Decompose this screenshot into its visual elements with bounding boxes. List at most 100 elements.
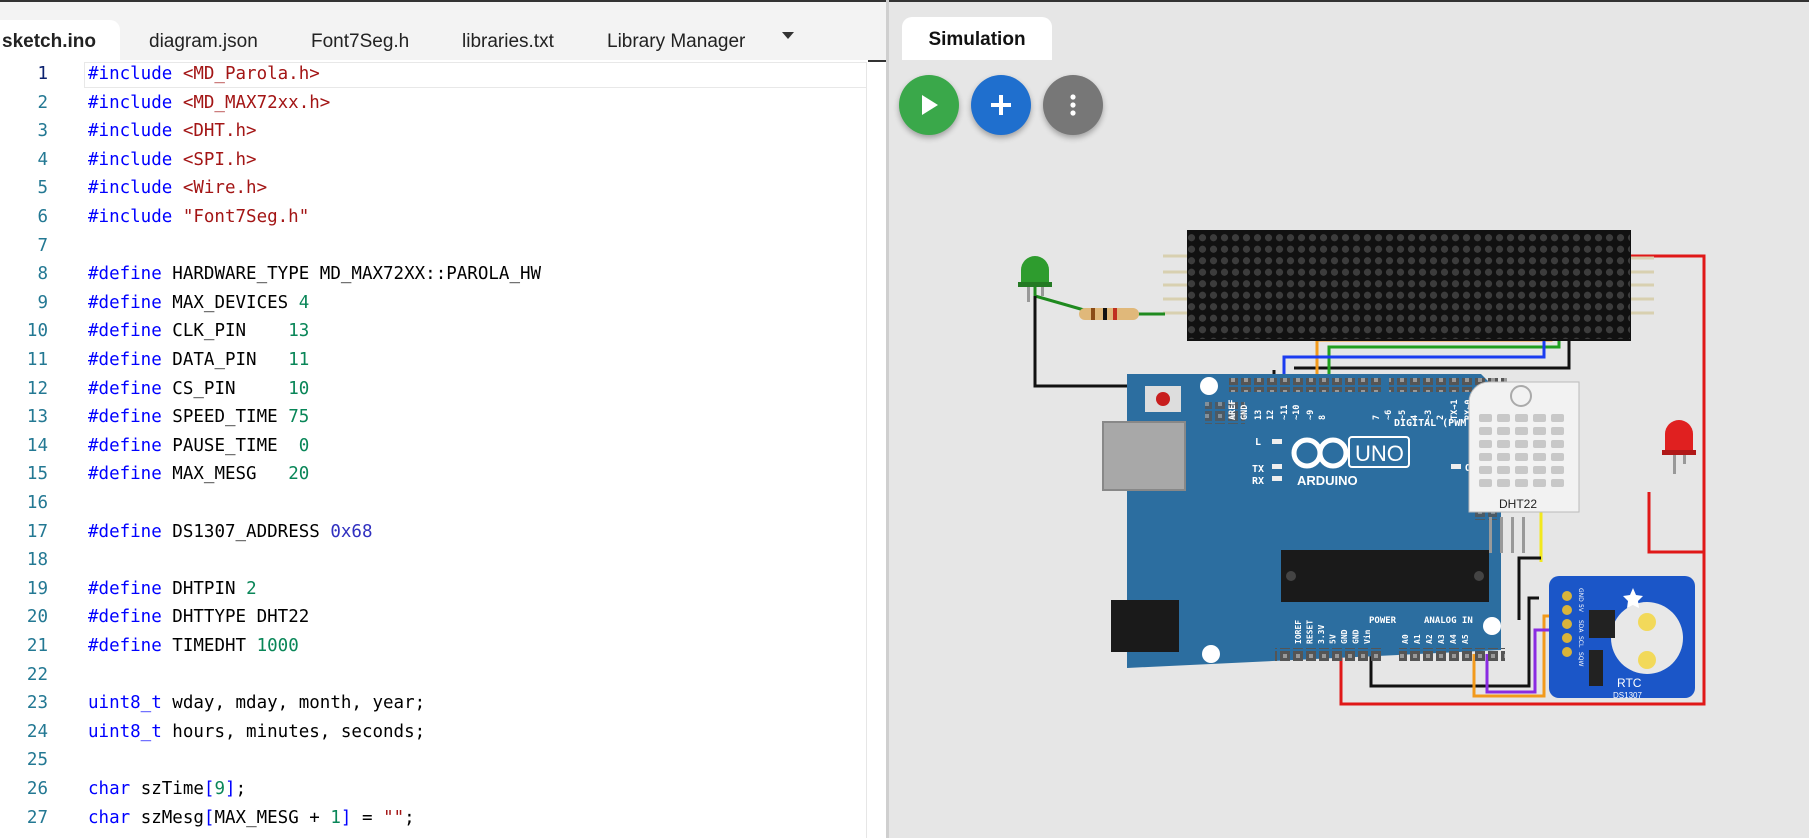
rtc-ds1307-module[interactable]: RTC DS1307 GND 5V SDA SCL SQW [1549,576,1695,700]
dht-vent [1533,453,1546,461]
analog-pin-label: A5 [1461,634,1470,644]
code-line[interactable]: 9 #define MAX_DEVICES 4 [0,289,866,318]
digital-pin-label: TX→1 [1450,400,1460,420]
code-line[interactable]: 2 #include <MD_MAX72xx.h> [0,89,866,118]
dht-vent [1533,479,1546,487]
line-number: 9 [37,292,48,313]
code-line[interactable]: 1 #include <MD_Parola.h> [0,60,866,89]
tab-libraries-txt[interactable]: libraries.txt [462,20,554,60]
dht-vent [1497,466,1510,474]
dht-vent [1533,466,1546,474]
editor-scrollbar[interactable] [866,62,887,838]
line-number: 23 [26,693,48,714]
code-line[interactable]: 17 #define DS1307_ADDRESS 0x68 [0,518,866,547]
digital-pin-label: AREF [1228,400,1238,420]
digital-pin-label: GND [1240,405,1250,420]
code-line[interactable]: 10 #define CLK_PIN 13 [0,317,866,346]
code-text: #include "Font7Seg.h" [88,207,310,227]
rtc-label: RTC [1617,676,1642,690]
play-icon [922,95,938,115]
power-pin-label: IOREF [1294,620,1303,644]
code-line[interactable]: 19 #define DHTPIN 2 [0,575,866,604]
power-pin-label: GND [1352,629,1361,644]
more-vert-icon [1070,94,1076,116]
line-number: 8 [37,264,48,285]
arduino-model: UNO [1355,441,1404,466]
code-line[interactable]: 11 #define DATA_PIN 11 [0,346,866,375]
code-line[interactable]: 4 #include <SPI.h> [0,146,866,175]
rtc-pin-label: SDA [1577,620,1584,633]
code-line[interactable]: 15 #define MAX_MESG 20 [0,460,866,489]
code-text: #include <DHT.h> [88,121,257,142]
dht-vent [1479,466,1492,474]
line-number: 11 [26,350,48,370]
code-line[interactable]: 7 [0,232,866,261]
tab-library-manager[interactable]: Library Manager [607,20,745,60]
line-number: 13 [26,407,48,428]
tab-font7seg-h[interactable]: Font7Seg.h [311,20,409,60]
digital-pin-label: 2 [1436,415,1446,420]
code-text: uint8_t wday, mday, month, year; [88,693,426,714]
code-line[interactable]: 23 uint8_t wday, mday, month, year; [0,689,866,718]
code-text: #define HARDWARE_TYPE MD_MAX72XX::PAROLA… [88,264,542,285]
line-number: 15 [26,464,48,485]
code-text: #define SPEED_TIME 75 [88,407,310,428]
code-line[interactable]: 3 #include <DHT.h> [0,117,866,146]
line-number: 17 [26,521,48,542]
resistor[interactable] [1079,308,1165,320]
code-line[interactable]: 18 [0,546,866,575]
digital-pin-label: ~9 [1306,410,1316,420]
led-l-label: L [1255,437,1261,448]
code-line[interactable]: 12 #define CS_PIN 10 [0,375,866,404]
dht-vent [1515,414,1528,422]
code-text: #define DS1307_ADDRESS 0x68 [88,521,373,542]
code-line[interactable]: 22 [0,661,866,690]
code-text: #define DHTTYPE DHT22 [88,607,310,628]
code-line[interactable]: 8 #define HARDWARE_TYPE MD_MAX72XX::PAROL… [0,260,866,289]
code-line[interactable]: 26 char szTime[9]; [0,775,866,804]
dht-vent [1497,453,1510,461]
code-line[interactable]: 6 #include "Font7Seg.h" [0,203,866,232]
code-line[interactable]: 16 [0,489,866,518]
code-line[interactable]: 21 #define TIMEDHT 1000 [0,632,866,661]
arduino-uno-board[interactable]: DIGITAL (PWM ~) POWER ANALOG IN L TX RX … [1102,374,1507,668]
editor-tab-bar: sketch.ino diagram.json Font7Seg.h libra… [0,2,886,60]
code-text: #define PAUSE_TIME 0 [88,435,310,456]
code-line[interactable]: 20 #define DHTTYPE DHT22 [0,603,866,632]
red-led[interactable] [1662,420,1696,474]
code-line[interactable]: 14 #define PAUSE_TIME 0 [0,432,866,461]
dht-vent [1515,466,1528,474]
digital-pin-label: ~10 [1292,405,1302,420]
dht-vent [1497,479,1510,487]
tab-sketch-ino[interactable]: sketch.ino [0,20,120,60]
power-pin-label: 3.3V [1317,625,1326,644]
line-number: 3 [37,121,48,142]
dht-vent [1551,414,1564,422]
code-line[interactable]: 25 [0,746,866,775]
line-number: 18 [26,550,48,571]
rtc-pin-label: GND [1577,588,1584,602]
code-line[interactable]: 13 #define SPEED_TIME 75 [0,403,866,432]
line-number: 19 [26,578,48,599]
start-simulation-button[interactable] [899,75,959,135]
led-rx-label: RX [1252,476,1264,487]
code-line[interactable]: 24 uint8_t hours, minutes, seconds; [0,718,866,747]
line-number: 4 [37,149,48,170]
code-area[interactable]: 1 #include <MD_Parola.h> 2 #include <MD_MAX… [0,60,884,838]
line-number: 21 [26,636,48,656]
digital-pin-label: 8 [1318,415,1328,420]
circuit-diagram[interactable]: DIGITAL (PWM ~) POWER ANALOG IN L TX RX … [889,2,1809,838]
power-pin-label: GND [1340,629,1349,644]
tabs-dropdown-icon[interactable] [782,32,794,39]
led-matrix-module[interactable] [1163,230,1654,341]
digital-pin-label: 12 [1266,410,1276,420]
more-options-button[interactable] [1043,75,1103,135]
tab-diagram-json[interactable]: diagram.json [149,20,258,60]
tab-simulation[interactable]: Simulation [902,17,1052,60]
rtc-pin-label: 5V [1577,604,1584,613]
code-line[interactable]: 5 #include <Wire.h> [0,174,866,203]
add-part-button[interactable] [971,75,1031,135]
code-line[interactable]: 27 char szMesg[MAX_MESG + 1] = ""; [0,804,866,833]
dht-vent [1479,479,1492,487]
arduino-brand: ARDUINO [1297,473,1358,488]
